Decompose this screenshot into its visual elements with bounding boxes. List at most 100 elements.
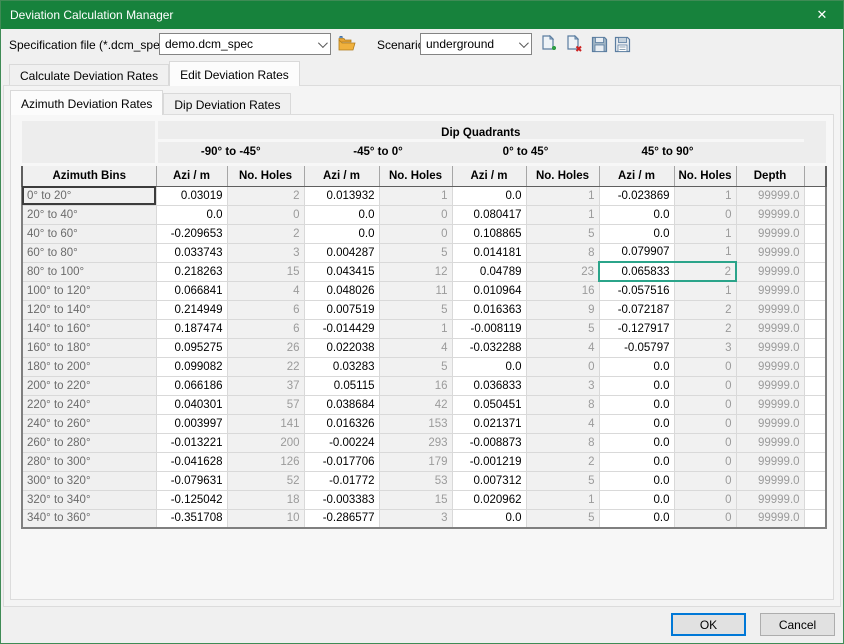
azimuth-bin-cell[interactable]: 80° to 100° (22, 262, 156, 281)
azi-cell[interactable]: 0.004287 (304, 243, 379, 262)
column-header-no-holes[interactable]: No. Holes (674, 164, 736, 186)
azi-cell[interactable]: 0.0 (599, 452, 674, 471)
azimuth-bin-cell[interactable]: 180° to 200° (22, 357, 156, 376)
tab-calculate-deviation-rates[interactable]: Calculate Deviation Rates (9, 64, 169, 86)
azi-cell[interactable]: -0.003383 (304, 490, 379, 509)
column-header-azimuth-bins[interactable]: Azimuth Bins (22, 164, 156, 186)
cancel-button[interactable]: Cancel (760, 613, 835, 636)
column-header-no-holes[interactable]: No. Holes (526, 164, 599, 186)
azi-cell[interactable]: 0.0 (599, 471, 674, 490)
ok-button[interactable]: OK (671, 613, 746, 636)
delete-scenario-button[interactable] (564, 34, 584, 54)
azi-cell[interactable]: 0.066841 (156, 281, 227, 300)
azimuth-bin-cell[interactable]: 100° to 120° (22, 281, 156, 300)
new-scenario-button[interactable] (539, 34, 559, 54)
azi-cell-selected[interactable]: 0.065833 (599, 262, 674, 281)
save-scenario-as-button[interactable] (612, 34, 632, 54)
azi-cell[interactable]: -0.209653 (156, 224, 227, 243)
azi-cell[interactable]: -0.032288 (452, 338, 526, 357)
azi-cell[interactable]: 0.014181 (452, 243, 526, 262)
azimuth-bin-cell[interactable]: 240° to 260° (22, 414, 156, 433)
azi-cell[interactable]: 0.010964 (452, 281, 526, 300)
azi-cell[interactable]: 0.0 (304, 224, 379, 243)
azi-cell[interactable]: -0.014429 (304, 319, 379, 338)
azi-cell[interactable]: 0.187474 (156, 319, 227, 338)
column-header-azi-m[interactable]: Azi / m (599, 164, 674, 186)
azi-cell[interactable]: 0.04789 (452, 262, 526, 281)
azimuth-bin-cell[interactable]: 300° to 320° (22, 471, 156, 490)
azi-cell[interactable]: -0.286577 (304, 509, 379, 528)
azi-cell[interactable]: 0.099082 (156, 357, 227, 376)
azi-cell[interactable]: 0.0 (452, 186, 526, 205)
azi-cell[interactable]: 0.03019 (156, 186, 227, 205)
azi-cell[interactable]: 0.108865 (452, 224, 526, 243)
azi-cell[interactable]: 0.0 (599, 205, 674, 224)
close-icon[interactable]: ✕ (801, 1, 843, 29)
azi-cell[interactable]: -0.017706 (304, 452, 379, 471)
column-header-depth[interactable]: Depth (736, 164, 804, 186)
azi-cell[interactable]: 0.0 (452, 357, 526, 376)
tab-edit-deviation-rates[interactable]: Edit Deviation Rates (169, 61, 300, 86)
azi-cell[interactable]: 0.040301 (156, 395, 227, 414)
azi-cell[interactable]: 0.0 (599, 395, 674, 414)
azi-cell[interactable]: 0.050451 (452, 395, 526, 414)
azi-cell[interactable]: -0.05797 (599, 338, 674, 357)
azimuth-bin-cell[interactable]: 120° to 140° (22, 300, 156, 319)
azi-cell[interactable]: 0.022038 (304, 338, 379, 357)
azi-cell[interactable]: 0.0 (599, 224, 674, 243)
azimuth-bin-cell[interactable]: 260° to 280° (22, 433, 156, 452)
azi-cell[interactable]: 0.095275 (156, 338, 227, 357)
azi-cell[interactable]: 0.038684 (304, 395, 379, 414)
azi-cell[interactable]: -0.125042 (156, 490, 227, 509)
azi-cell[interactable]: 0.079907 (599, 243, 674, 262)
azi-cell[interactable]: 0.03283 (304, 357, 379, 376)
chevron-down-icon[interactable] (513, 41, 531, 48)
azimuth-bin-cell[interactable]: 340° to 360° (22, 509, 156, 528)
azi-cell[interactable]: -0.008119 (452, 319, 526, 338)
chevron-down-icon[interactable] (312, 41, 330, 48)
azi-cell[interactable]: 0.021371 (452, 414, 526, 433)
scenario-id-combobox[interactable]: underground (420, 33, 532, 55)
azimuth-bin-cell[interactable]: 60° to 80° (22, 243, 156, 262)
azi-cell[interactable]: -0.00224 (304, 433, 379, 452)
azi-cell[interactable]: 0.0 (599, 433, 674, 452)
azi-cell[interactable]: 0.016326 (304, 414, 379, 433)
azi-cell[interactable]: 0.080417 (452, 205, 526, 224)
azimuth-bin-cell[interactable]: 160° to 180° (22, 338, 156, 357)
azi-cell[interactable]: 0.020962 (452, 490, 526, 509)
column-header-no-holes[interactable]: No. Holes (379, 164, 452, 186)
azi-cell[interactable]: 0.013932 (304, 186, 379, 205)
azi-cell[interactable]: 0.0 (599, 357, 674, 376)
azi-cell[interactable]: -0.072187 (599, 300, 674, 319)
azimuth-bin-cell[interactable]: 20° to 40° (22, 205, 156, 224)
tab-dip-deviation-rates[interactable]: Dip Deviation Rates (163, 93, 291, 115)
azi-cell[interactable]: -0.079631 (156, 471, 227, 490)
browse-spec-file-button[interactable] (337, 34, 357, 54)
tab-azimuth-deviation-rates[interactable]: Azimuth Deviation Rates (10, 90, 163, 115)
azi-cell[interactable]: 0.0 (599, 414, 674, 433)
azi-cell[interactable]: 0.0 (599, 509, 674, 528)
azimuth-bin-cell[interactable]: 40° to 60° (22, 224, 156, 243)
azi-cell[interactable]: 0.048026 (304, 281, 379, 300)
azimuth-bin-cell[interactable]: 280° to 300° (22, 452, 156, 471)
column-header-azi-m[interactable]: Azi / m (452, 164, 526, 186)
azi-cell[interactable]: 0.043415 (304, 262, 379, 281)
azi-cell[interactable]: -0.127917 (599, 319, 674, 338)
column-header-no-holes[interactable]: No. Holes (227, 164, 304, 186)
azi-cell[interactable]: 0.036833 (452, 376, 526, 395)
azi-cell[interactable]: 0.05115 (304, 376, 379, 395)
azi-cell[interactable]: -0.008873 (452, 433, 526, 452)
azimuth-bin-cell[interactable]: 0° to 20° (22, 186, 156, 205)
azi-cell[interactable]: 0.218263 (156, 262, 227, 281)
column-header-azi-m[interactable]: Azi / m (304, 164, 379, 186)
azi-cell[interactable]: 0.007519 (304, 300, 379, 319)
azi-cell[interactable]: -0.351708 (156, 509, 227, 528)
azi-cell[interactable]: -0.01772 (304, 471, 379, 490)
azi-cell[interactable]: -0.057516 (599, 281, 674, 300)
azi-cell[interactable]: -0.041628 (156, 452, 227, 471)
specification-file-combobox[interactable]: demo.dcm_spec (159, 33, 331, 55)
azimuth-bin-cell[interactable]: 140° to 160° (22, 319, 156, 338)
azi-cell[interactable]: 0.0 (452, 509, 526, 528)
azi-cell[interactable]: 0.003997 (156, 414, 227, 433)
azi-cell[interactable]: 0.0 (304, 205, 379, 224)
